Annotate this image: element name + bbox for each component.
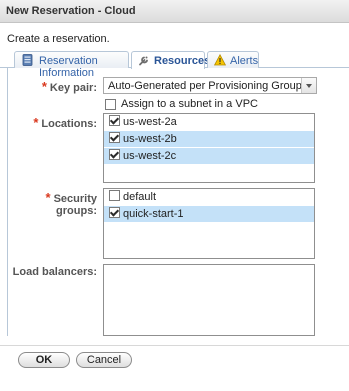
tab-label: Alerts — [230, 55, 259, 67]
security-group-item[interactable]: default — [104, 189, 314, 206]
required-marker: * — [41, 79, 47, 94]
chevron-down-icon — [306, 84, 312, 88]
location-item[interactable]: us-west-2a — [104, 114, 314, 131]
required-marker: * — [33, 115, 39, 130]
tab-bar: Reservation Information Resources Alerts — [0, 51, 349, 79]
tab-alerts[interactable]: Alerts — [207, 51, 259, 68]
wrench-icon — [139, 56, 148, 66]
tab-resources[interactable]: Resources — [131, 51, 210, 69]
subnet-checkbox[interactable] — [105, 98, 116, 110]
locations-list[interactable]: us-west-2a us-west-2b us-west-2c — [103, 113, 315, 183]
location-item[interactable]: us-west-2c — [104, 148, 314, 165]
security-group-checkbox[interactable] — [109, 190, 120, 201]
key-pair-value: Auto-Generated per Provisioning Group — [108, 80, 302, 92]
dropdown-arrow[interactable] — [301, 78, 316, 93]
load-balancers-list[interactable] — [103, 264, 315, 336]
location-checkbox[interactable] — [109, 115, 120, 126]
tab-label: Resources — [154, 55, 211, 67]
required-marker: * — [45, 190, 51, 205]
dialog-titlebar: New Reservation - Cloud — [0, 0, 349, 23]
dialog-description: Create a reservation. — [7, 33, 110, 45]
warning-icon — [214, 54, 226, 66]
footer-divider — [0, 345, 349, 346]
location-item[interactable]: us-west-2b — [104, 131, 314, 148]
subnet-checkbox-row[interactable]: Assign to a subnet in a VPC — [105, 98, 258, 111]
locations-label: * Locations: — [33, 115, 97, 130]
location-checkbox[interactable] — [109, 132, 120, 143]
key-pair-label: * Key pair: — [41, 79, 97, 94]
security-group-item[interactable]: quick-start-1 — [104, 206, 314, 223]
tab-reservation-information[interactable]: Reservation Information — [14, 51, 129, 79]
subnet-checkbox-label: Assign to a subnet in a VPC — [121, 98, 258, 110]
document-icon — [22, 54, 33, 66]
security-groups-list[interactable]: default quick-start-1 — [103, 188, 315, 259]
load-balancers-label: Load balancers: — [12, 266, 97, 278]
key-pair-select[interactable]: Auto-Generated per Provisioning Group — [103, 77, 317, 94]
security-groups-label: * Security groups: — [45, 190, 97, 217]
cancel-button[interactable]: Cancel — [76, 352, 132, 368]
security-group-checkbox[interactable] — [109, 207, 120, 218]
ok-button[interactable]: OK — [18, 352, 70, 368]
dialog-title: New Reservation - Cloud — [6, 5, 136, 17]
location-checkbox[interactable] — [109, 149, 120, 160]
